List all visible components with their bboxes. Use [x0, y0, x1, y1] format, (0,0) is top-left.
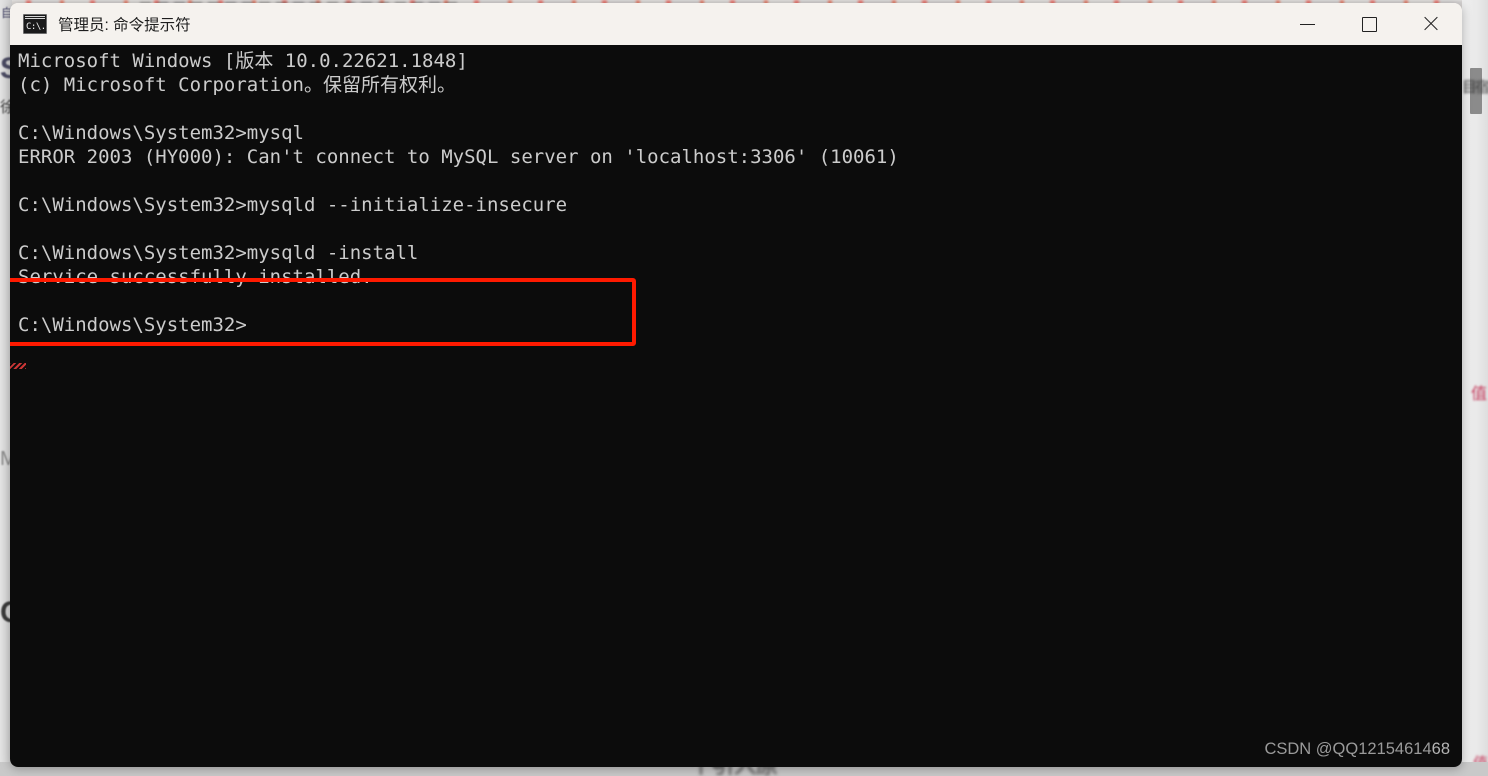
maximize-icon: [1361, 16, 1377, 32]
window-titlebar[interactable]: C:\. 管理员: 命令提示符: [10, 3, 1462, 45]
background-right-label-middle: 值: [1470, 386, 1487, 403]
minimize-button[interactable]: [1276, 3, 1338, 45]
window-controls: [1276, 3, 1462, 45]
console-text: Microsoft Windows [版本 10.0.22621.1848] (…: [18, 50, 899, 336]
minimize-icon: [1299, 23, 1315, 25]
screen: 自 S 徐 M C 目宿 值 值 个引入原 C:\. 管理员: 命令提示符: [0, 0, 1488, 776]
close-button[interactable]: [1400, 3, 1462, 45]
cmd-icon-label: C:\.: [26, 22, 46, 32]
spellcheck-squiggle: [10, 363, 26, 369]
background-right-label-top: 目宿: [1461, 79, 1488, 96]
cmd-icon: C:\.: [23, 14, 47, 34]
window-title: 管理员: 命令提示符: [58, 17, 191, 34]
csdn-watermark-suffix: 68: [1431, 740, 1450, 758]
csdn-watermark: CSDN @QQ1215461468: [1264, 740, 1450, 759]
maximize-button[interactable]: [1338, 3, 1400, 45]
command-prompt-window[interactable]: C:\. 管理员: 命令提示符 Microsoft Windows [版本 10…: [10, 3, 1462, 767]
console-output-area[interactable]: Microsoft Windows [版本 10.0.22621.1848] (…: [10, 45, 1462, 767]
close-icon: [1423, 16, 1439, 32]
csdn-watermark-prefix: CSDN @QQ12154614: [1264, 740, 1432, 758]
